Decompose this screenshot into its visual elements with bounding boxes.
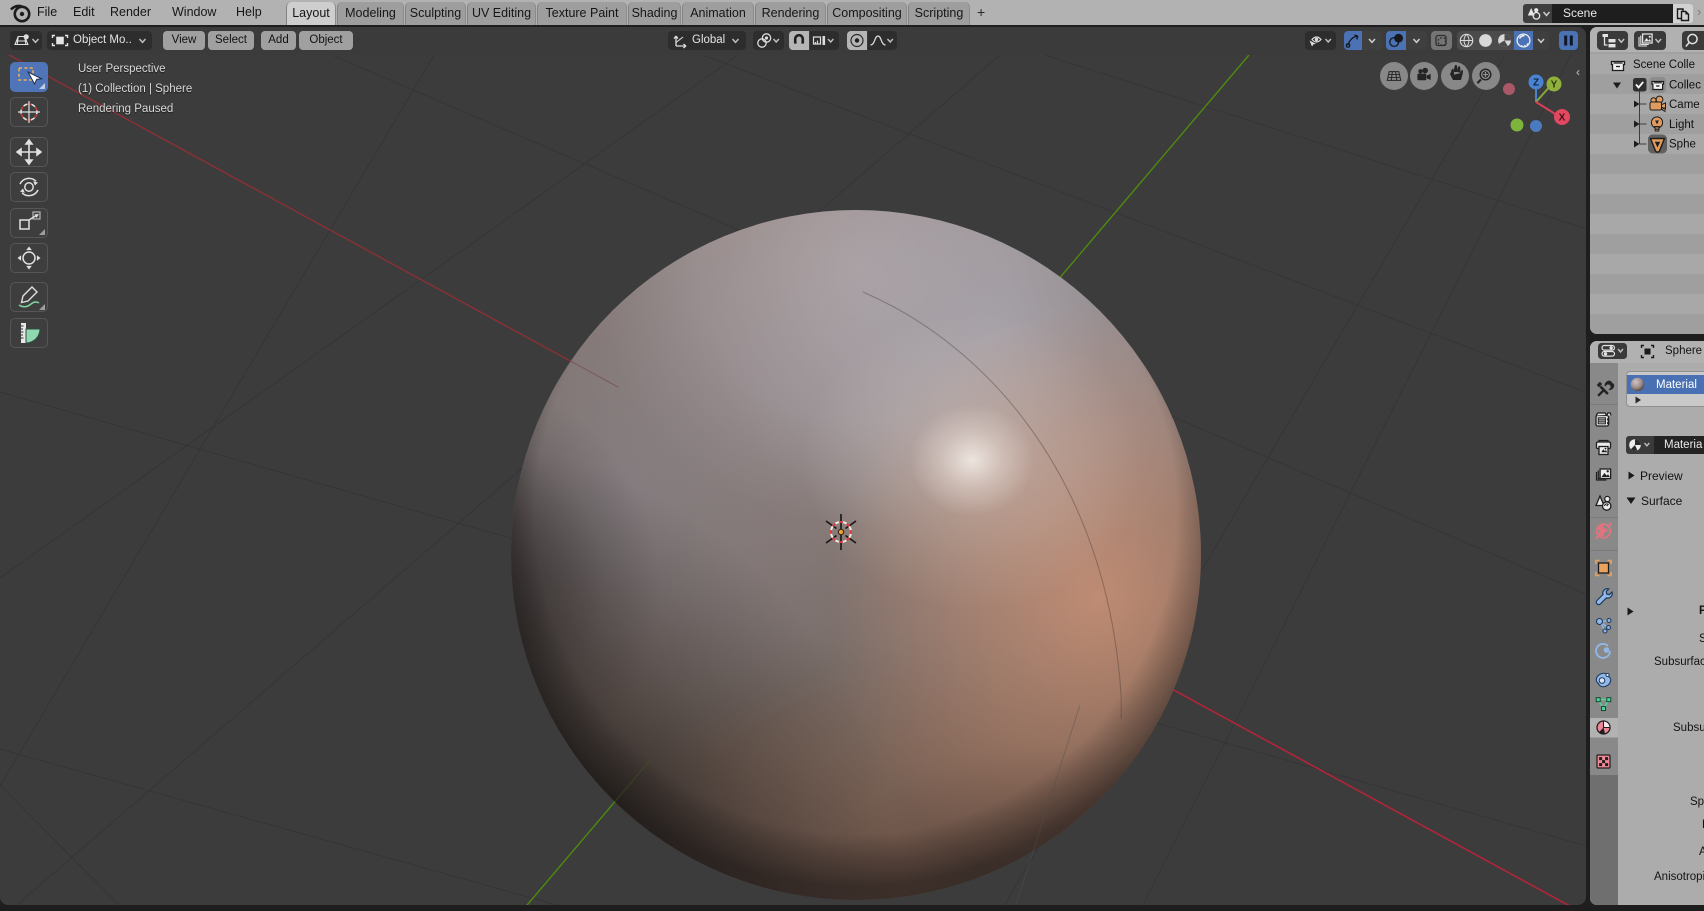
svg-text:X: X (1559, 113, 1566, 124)
svg-text:Z: Z (1533, 78, 1539, 89)
svg-text:Came: Came (1669, 99, 1700, 111)
svg-text:Collec: Collec (1669, 80, 1701, 92)
svg-text:Y: Y (1551, 80, 1558, 91)
svg-text:Light: Light (1669, 119, 1695, 131)
svg-text:Scene Colle: Scene Colle (1633, 59, 1695, 71)
svg-text:Sphe: Sphe (1669, 139, 1696, 151)
